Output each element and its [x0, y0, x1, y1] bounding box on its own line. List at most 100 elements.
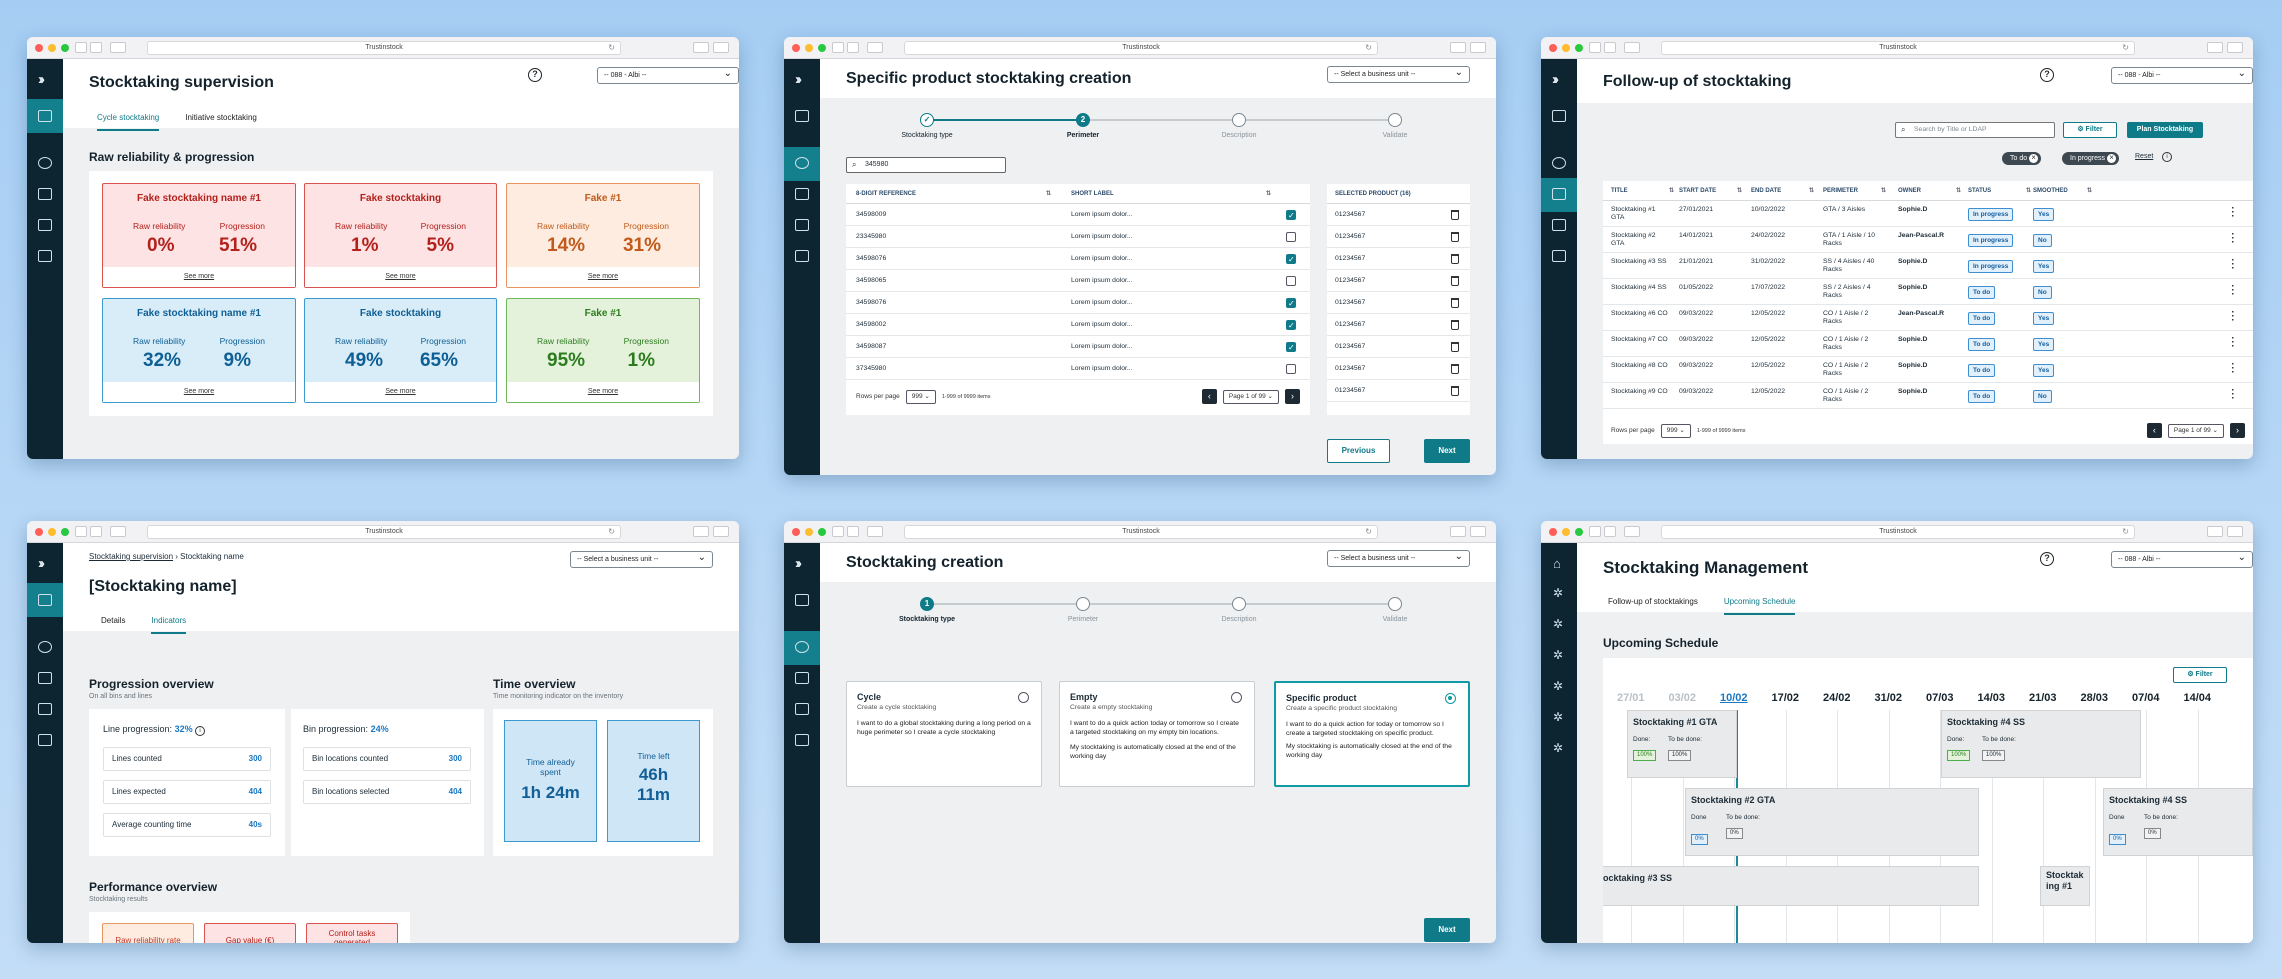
- expand-menu-icon[interactable]: ››: [1552, 71, 1559, 88]
- gear-icon[interactable]: ✲: [1553, 679, 1563, 693]
- row-checkbox[interactable]: [1286, 205, 1296, 227]
- sort-icon[interactable]: ⇅: [1266, 184, 1271, 204]
- browser-actions[interactable]: [693, 526, 729, 537]
- reload-icon[interactable]: ↻: [608, 42, 615, 54]
- table-row[interactable]: Stocktaking #9 CO 09/03/2022 12/05/2022 CO …: [1603, 383, 2253, 409]
- sort-icon[interactable]: ⇅: [1669, 181, 1674, 201]
- sort-icon[interactable]: ⇅: [1881, 181, 1886, 201]
- address-bar[interactable]: Trustinstock ↻: [1661, 525, 2135, 539]
- row-checkbox[interactable]: [1286, 293, 1296, 315]
- business-unit-select[interactable]: -- 088 - Albi --: [597, 66, 739, 84]
- supervision-icon[interactable]: [38, 594, 52, 606]
- next-button[interactable]: Next: [1424, 439, 1470, 463]
- calendar-icon[interactable]: [795, 703, 809, 715]
- col-header[interactable]: PERIMETER: [1823, 181, 1858, 201]
- info-icon[interactable]: i: [2162, 152, 2172, 162]
- see-more-link[interactable]: See more: [305, 267, 496, 287]
- kebab-menu-icon[interactable]: · · ·: [2231, 386, 2235, 404]
- step-validate[interactable]: Validate: [1345, 113, 1445, 139]
- col-short-label[interactable]: SHORT LABEL: [1071, 184, 1114, 204]
- table-icon[interactable]: [38, 188, 52, 200]
- address-bar[interactable]: Trustinstock ↻: [147, 41, 621, 55]
- gantt-bar[interactable]: Stocktaking #4 SS Done To be done: 0% 0%: [2103, 788, 2253, 856]
- kebab-menu-icon[interactable]: · · ·: [2231, 256, 2235, 274]
- see-more-link[interactable]: See more: [103, 382, 295, 402]
- browser-actions[interactable]: [2207, 42, 2243, 53]
- step-perimeter[interactable]: 2 Perimeter: [1033, 113, 1133, 139]
- gantt-bar[interactable]: Stocktaking #1 GTA Done: To be done: 100…: [1627, 710, 1737, 778]
- trash-icon[interactable]: [1451, 386, 1459, 396]
- browser-actions[interactable]: [1450, 42, 1486, 53]
- see-more-link[interactable]: See more: [103, 267, 295, 287]
- col-header[interactable]: OWNER: [1898, 181, 1921, 201]
- radio-empty[interactable]: [1231, 692, 1242, 703]
- gear-icon[interactable]: ✲: [1553, 648, 1563, 662]
- sort-icon[interactable]: ⇅: [1046, 184, 1051, 204]
- plan-stocktaking-button[interactable]: Plan Stocktaking: [2127, 122, 2203, 138]
- create-icon[interactable]: [38, 641, 52, 653]
- reset-link[interactable]: Reset: [2135, 153, 2153, 160]
- row-checkbox[interactable]: [1286, 315, 1296, 337]
- trash-icon[interactable]: [1451, 210, 1459, 220]
- reload-icon[interactable]: ↻: [2122, 42, 2129, 54]
- step-perimeter[interactable]: Perimeter: [1033, 597, 1133, 623]
- window-controls[interactable]: [35, 44, 69, 52]
- calendar-icon[interactable]: [38, 703, 52, 715]
- create-icon[interactable]: [38, 157, 52, 169]
- window-controls[interactable]: [1549, 44, 1583, 52]
- chip-to-do[interactable]: To do: [2002, 152, 2042, 165]
- stocktaking-card[interactable]: Fake #1 Raw reliability Progression 14% …: [506, 183, 700, 288]
- table-icon[interactable]: [1552, 188, 1566, 200]
- create-icon[interactable]: [1552, 157, 1566, 169]
- table-row[interactable]: Stocktaking #2 GTA 14/01/2021 24/02/2022 GT…: [1603, 227, 2253, 253]
- stocktaking-card[interactable]: Fake stocktaking Raw reliability Progres…: [304, 298, 497, 403]
- col-reference[interactable]: 8-DIGIT REFERENCE: [856, 184, 916, 204]
- create-icon[interactable]: [795, 641, 809, 653]
- row-checkbox[interactable]: [1286, 337, 1296, 359]
- help-icon[interactable]: ?: [2040, 68, 2054, 82]
- business-unit-select[interactable]: -- 088 - Albi --: [2111, 550, 2253, 568]
- page-select[interactable]: Page 1 of 99 ⌄: [1222, 389, 1279, 404]
- breadcrumb-parent[interactable]: Stocktaking supervision: [89, 552, 173, 561]
- tab-upcoming-schedule[interactable]: Upcoming Schedule: [1723, 597, 1796, 615]
- previous-button[interactable]: Previous: [1327, 439, 1390, 463]
- row-checkbox[interactable]: [1286, 232, 1296, 242]
- stocktaking-card[interactable]: Fake stocktaking name #1 Raw reliability…: [102, 298, 296, 403]
- trash-icon[interactable]: [1451, 254, 1459, 264]
- trash-icon[interactable]: [1451, 232, 1459, 242]
- reload-icon[interactable]: ↻: [1365, 42, 1372, 54]
- window-controls[interactable]: [35, 528, 69, 536]
- gantt-bar[interactable]: Stocktaking #2 GTA Done To be done: 0% 0…: [1685, 788, 1979, 856]
- supervision-icon[interactable]: [795, 110, 809, 122]
- see-more-link[interactable]: See more: [507, 382, 699, 402]
- trash-icon[interactable]: [1451, 320, 1459, 330]
- table-icon[interactable]: [795, 188, 809, 200]
- perf-card[interactable]: Control tasks generated: [306, 923, 398, 943]
- expand-menu-icon[interactable]: ››: [38, 555, 45, 572]
- step-validate[interactable]: Validate: [1345, 597, 1445, 623]
- report-icon[interactable]: [1552, 250, 1566, 262]
- business-unit-select[interactable]: -- Select a business unit --: [1327, 65, 1470, 83]
- next-button[interactable]: Next: [1424, 918, 1470, 942]
- gantt-bar[interactable]: Stocktaking #4 SS Done: To be done: 100%…: [1941, 710, 2141, 778]
- tab-cycle-stocktaking[interactable]: Cycle stocktaking: [97, 113, 160, 131]
- expand-menu-icon[interactable]: ››: [795, 555, 802, 572]
- browser-nav-buttons[interactable]: [832, 526, 883, 537]
- next-page-icon[interactable]: ›: [2230, 423, 2245, 438]
- filter-button[interactable]: ⚙ Filter: [2063, 122, 2117, 138]
- trash-icon[interactable]: [1451, 298, 1459, 308]
- report-icon[interactable]: [38, 734, 52, 746]
- report-icon[interactable]: [38, 250, 52, 262]
- business-unit-select[interactable]: -- 088 - Albi --: [2111, 66, 2253, 84]
- search-input[interactable]: ⌕ Search by Title or LDAP: [1895, 122, 2055, 138]
- report-icon[interactable]: [795, 734, 809, 746]
- page-select[interactable]: Page 1 of 99 ⌄: [2167, 423, 2224, 438]
- gantt-bar[interactable]: Stocktak ing #1: [2040, 866, 2090, 906]
- address-bar[interactable]: Trustinstock ↻: [147, 525, 621, 539]
- home-icon[interactable]: ⌂: [1553, 556, 1561, 571]
- row-checkbox[interactable]: [1286, 249, 1296, 271]
- filter-button[interactable]: ⚙ Filter: [2173, 667, 2227, 683]
- tab-details[interactable]: Details: [101, 616, 125, 634]
- table-icon[interactable]: [795, 672, 809, 684]
- prev-page-icon[interactable]: ‹: [1201, 389, 1217, 404]
